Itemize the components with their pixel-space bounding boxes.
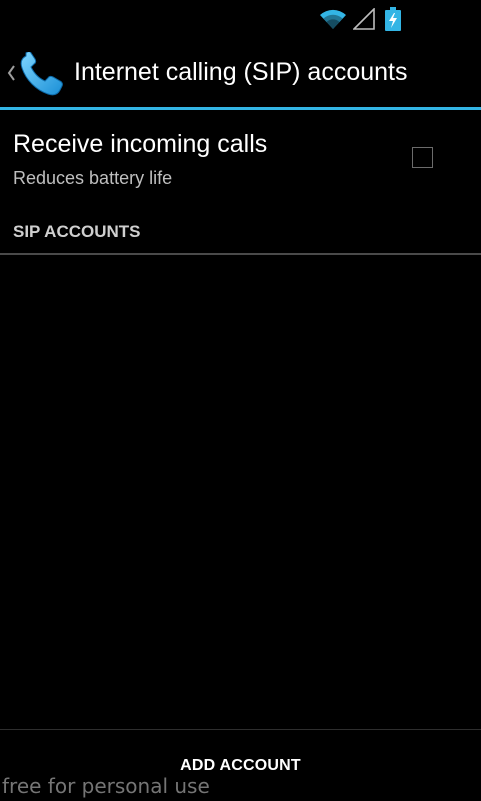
status-icons: [319, 6, 401, 32]
section-divider: [0, 253, 481, 255]
receive-incoming-calls-checkbox[interactable]: [412, 147, 433, 168]
receive-incoming-calls-preference[interactable]: Receive incoming calls Reduces battery l…: [0, 110, 481, 210]
phone-icon[interactable]: [18, 52, 66, 96]
action-bar: Internet calling (SIP) accounts: [0, 38, 481, 108]
page-title: Internet calling (SIP) accounts: [74, 58, 408, 86]
wifi-icon: [320, 9, 346, 29]
sip-accounts-list: [0, 256, 481, 728]
preference-summary: Reduces battery life: [13, 168, 173, 188]
watermark: free for personal use: [2, 774, 210, 798]
battery-icon: [385, 7, 401, 31]
sip-accounts-header: SIP ACCOUNTS: [13, 222, 141, 241]
signal-icon: [353, 8, 375, 30]
preference-title: Receive incoming calls: [13, 130, 268, 158]
add-account-label: ADD ACCOUNT: [180, 756, 301, 774]
chevron-left-icon[interactable]: [6, 64, 16, 82]
status-bar: [0, 0, 481, 38]
